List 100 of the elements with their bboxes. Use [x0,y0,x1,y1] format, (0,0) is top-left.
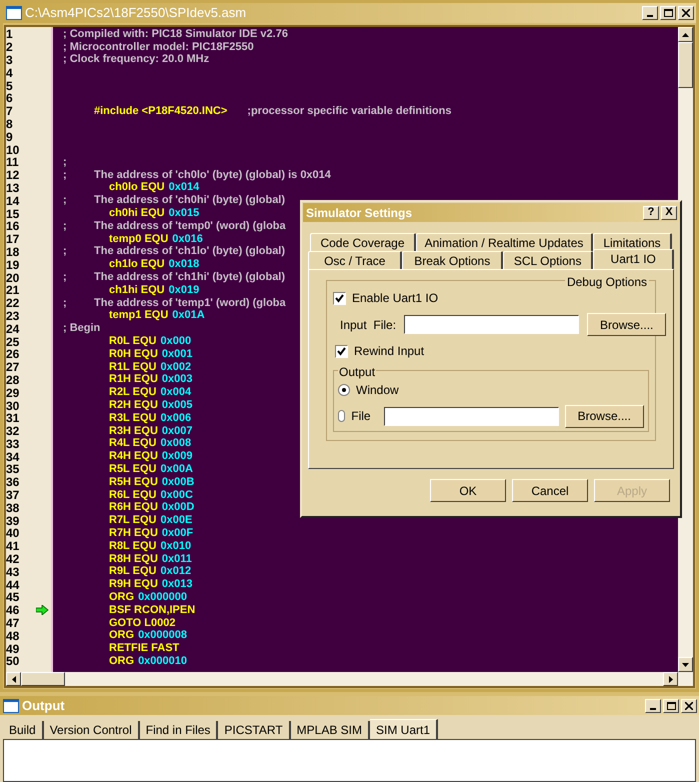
browse-button[interactable]: Browse.... [587,313,666,336]
radio-button[interactable] [338,410,346,422]
scroll-right-button[interactable] [663,672,678,686]
code-text: R4H EQU [109,451,158,462]
code-text: The address of 'ch0hi' (byte) (global) [94,195,286,206]
line-number: 13 [6,182,20,194]
code-text: The address of 'temp1' (word) (globa [94,298,286,309]
line-number: 6 [6,92,13,104]
settings-tab[interactable]: Animation / Realtime Updates [416,233,593,251]
output-close-button[interactable] [681,698,697,712]
line-number: 47 [6,617,20,630]
maximize-icon [664,9,672,17]
line-number: 30 [6,400,20,412]
dialog-button[interactable]: Cancel [512,479,588,502]
code-text: ; [63,156,67,168]
code-text: R1H EQU [109,374,158,386]
code-text: temp1 EQU [109,310,168,322]
editor-close-button[interactable] [678,6,694,20]
browse-button[interactable]: Browse.... [564,404,644,428]
window-icon [6,6,22,20]
code-text: 0x018 [168,259,200,270]
line-number: 44 [6,578,20,591]
window-icon [3,698,19,712]
line-number: 7 [6,105,13,118]
code-text: R7H EQU [109,528,158,539]
code-text: ORG [109,630,134,642]
line-number: 33 [6,438,20,450]
editor-minimize-button[interactable] [642,6,658,20]
output-maximize-button[interactable] [663,698,679,712]
line-number: 17 [6,233,20,246]
line-number: 35 [6,463,20,476]
line-number: 32 [6,425,20,438]
code-text: 0x002 [160,362,192,373]
code-text: 0x00D [162,502,194,514]
code-text: R4L EQU [109,438,156,450]
code-text: ch1hi EQU [109,284,165,296]
settings-tab[interactable]: Uart1 IO [593,249,674,269]
input-file-field[interactable] [404,315,580,334]
settings-tab[interactable]: Break Options [402,251,503,269]
code-text: 0x011 [162,554,192,565]
output-file-field[interactable] [384,406,559,426]
line-number: 26 [6,348,20,360]
code-text: 0x015 [168,208,200,220]
line-number: 40 [6,527,20,540]
code-text: 0x004 [160,387,192,398]
output-minimize-button[interactable] [645,698,661,712]
code-text: ; [63,272,68,284]
radio-button[interactable] [338,384,350,396]
code-text: ; [63,195,68,206]
editor-maximize-button[interactable] [660,6,676,20]
dialog-button[interactable]: OK [430,479,506,502]
settings-tab[interactable]: SCL Options [502,251,594,269]
checkbox-label: Rewind Input [354,343,424,360]
code-text: ; Begin [63,323,100,334]
settings-tab[interactable]: Code Coverage [310,233,416,251]
line-number: 34 [6,450,20,463]
line-number: 12 [6,169,20,182]
code-text: ORG [109,656,134,667]
code-text: temp0 EQU [109,234,168,245]
scroll-thumb[interactable] [21,672,65,686]
code-text: 0x006 [160,412,192,424]
code-text: 0x000010 [138,656,188,667]
close-button[interactable]: X [661,206,677,220]
line-number: 5 [6,80,13,92]
code-text: ;processor specific variable definitions [247,106,452,117]
window-title: Output [22,696,66,715]
scroll-down-button[interactable] [678,657,693,672]
line-number: 20 [6,272,20,284]
scroll-thumb[interactable] [678,42,693,88]
code-text: R3L EQU [109,412,156,424]
code-text: 0x00B [162,476,194,488]
line-number: 2 [6,41,13,54]
line-number: 41 [6,540,20,552]
minimize-icon [647,15,653,17]
code-text: 0x008 [160,438,192,450]
code-text: The address of 'temp0' (word) (globa [94,220,286,232]
line-number: 8 [6,118,13,130]
code-text: ; [63,246,68,258]
code-text: 0x003 [162,374,192,386]
code-text: 0x01A [172,310,205,322]
output-tab[interactable]: SIM Uart1 [370,719,438,739]
line-number: 21 [6,284,20,296]
help-button[interactable]: ? [643,206,659,220]
horizontal-scrollbar[interactable] [6,672,693,686]
scroll-up-button[interactable] [678,27,693,42]
scroll-left-button[interactable] [6,672,21,686]
line-number: 50 [6,655,20,668]
arrow-down-icon [682,662,689,666]
code-text: 0x000008 [138,630,188,642]
radio-label: File [351,408,372,425]
checkbox[interactable] [335,344,348,358]
checkbox[interactable] [333,292,346,304]
maximize-icon [666,702,676,710]
settings-tab[interactable]: Osc / Trace [308,251,402,269]
code-text: ch1lo EQU [109,259,165,270]
line-number: 29 [6,386,20,399]
line-number: 23 [6,310,20,322]
line-number: 16 [6,220,20,232]
code-text: ; [63,298,68,309]
checkmark-icon [337,346,346,356]
